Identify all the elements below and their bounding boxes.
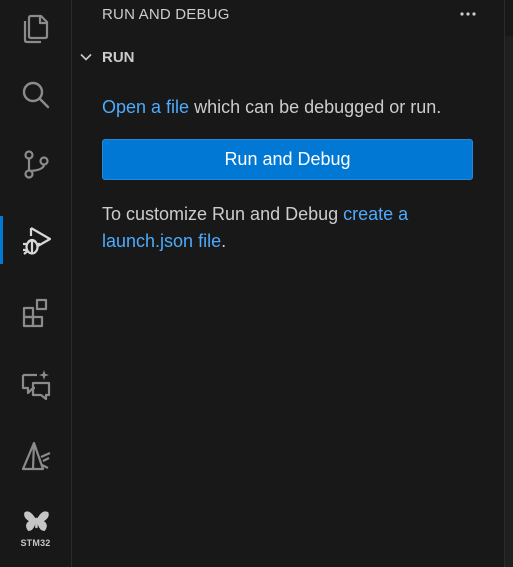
open-file-link[interactable]: Open a file — [102, 97, 189, 117]
vscode-window: STM32 RUN AND DEBUG RUN Open a file whic… — [0, 0, 513, 567]
chat-button[interactable] — [0, 356, 71, 412]
activity-bar: STM32 — [0, 0, 72, 567]
files-icon — [23, 14, 48, 44]
more-actions-button[interactable] — [457, 6, 479, 22]
extensions-icon — [22, 298, 47, 328]
stm32-label: STM32 — [20, 538, 51, 548]
chevron-down-icon — [80, 53, 92, 61]
source-control-icon — [23, 150, 49, 179]
editor-edge — [504, 0, 513, 567]
customize-text: To customize Run and Debug — [102, 204, 344, 224]
run-and-debug-button[interactable] — [0, 212, 71, 268]
stm32-button[interactable] — [0, 502, 71, 542]
customize-message: To customize Run and Debug create a laun… — [102, 201, 482, 255]
flask-wrench-icon — [21, 441, 50, 471]
open-file-message: Open a file which can be debugged or run… — [102, 94, 441, 121]
chat-sparkle-icon — [21, 370, 50, 401]
run-and-debug-panel: RUN AND DEBUG RUN Open a file which can … — [72, 0, 504, 567]
run-and-debug-button-primary[interactable]: Run and Debug — [102, 139, 473, 180]
run-section-header[interactable]: RUN — [78, 46, 135, 68]
search-button[interactable] — [0, 68, 71, 124]
customize-end: . — [221, 231, 227, 251]
run-debug-icon — [22, 227, 51, 255]
panel-title: RUN AND DEBUG — [102, 6, 230, 23]
section-title: RUN — [102, 48, 135, 66]
ellipsis-icon — [460, 12, 476, 16]
explorer-button[interactable] — [0, 0, 71, 56]
open-file-text: which can be debugged or run. — [189, 97, 442, 117]
extensions-button[interactable] — [0, 284, 71, 340]
search-icon — [22, 81, 49, 109]
stm32-butterfly-icon — [23, 511, 49, 531]
source-control-button[interactable] — [0, 136, 71, 192]
testing-button[interactable] — [0, 428, 71, 484]
